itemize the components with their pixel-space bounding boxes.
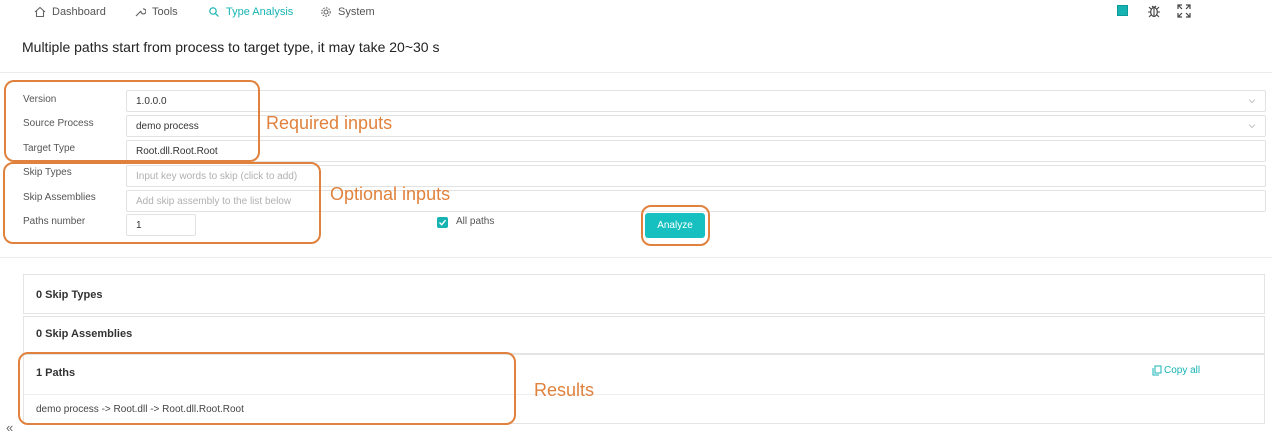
version-label: Version — [23, 94, 57, 105]
nav-item-tools[interactable]: Tools — [134, 4, 178, 20]
target-type-value: Root.dll.Root.Root — [136, 145, 218, 157]
bug-icon — [1148, 5, 1160, 18]
wrench-icon — [135, 8, 146, 17]
analyze-button[interactable]: Analyze — [645, 213, 705, 238]
page-title: Multiple paths start from process to tar… — [22, 39, 440, 55]
all-paths-checkbox[interactable] — [437, 217, 448, 228]
annotation-required-label: Required inputs — [266, 113, 393, 133]
path-row: demo process -> Root.dll -> Root.dll.Roo… — [36, 404, 244, 415]
skip-types-header: 0 Skip Types — [36, 289, 103, 301]
source-process-label: Source Process — [23, 118, 94, 129]
check-icon — [439, 219, 447, 226]
paths-number-label: Paths number — [23, 216, 86, 227]
copy-all-label: Copy all — [1164, 365, 1201, 376]
search-icon — [209, 7, 219, 17]
divider — [0, 72, 1272, 73]
nav-label-system: System — [338, 6, 375, 18]
skip-types-panel[interactable]: 0 Skip Types — [23, 274, 1265, 314]
top-nav: Dashboard Tools Type Analysis System — [0, 0, 1272, 24]
nav-label-type-analysis: Type Analysis — [226, 6, 294, 18]
copy-icon — [1152, 365, 1162, 376]
skip-assemblies-header: 0 Skip Assemblies — [36, 328, 133, 340]
target-type-label: Target Type — [23, 143, 76, 154]
copy-all-button[interactable]: Copy all — [1152, 365, 1200, 376]
theme-toggle[interactable] — [1116, 3, 1130, 17]
version-value: 1.0.0.0 — [136, 95, 167, 107]
fullscreen-icon — [1177, 4, 1191, 18]
target-type-input[interactable]: Root.dll.Root.Root — [126, 140, 1266, 162]
chevron-down-icon — [1248, 124, 1256, 129]
bug-button[interactable] — [1146, 3, 1162, 24]
annotation-results-label: Results — [534, 380, 595, 400]
skip-assemblies-label: Skip Assemblies — [23, 192, 96, 203]
skip-assemblies-panel[interactable]: 0 Skip Assemblies — [23, 316, 1265, 354]
paths-header: 1 Paths — [36, 367, 76, 379]
home-icon — [34, 6, 46, 18]
skip-assemblies-input[interactable]: Add skip assembly to the list below — [126, 190, 1266, 212]
nav-item-dashboard[interactable]: Dashboard — [34, 4, 106, 20]
nav-item-system[interactable]: System — [320, 4, 375, 20]
nav-label-tools: Tools — [152, 6, 178, 18]
collapse-icon[interactable]: « — [6, 420, 13, 435]
skip-types-label: Skip Types — [23, 167, 72, 178]
paths-number-input[interactable]: 1 — [126, 214, 196, 236]
divider — [0, 257, 1272, 258]
skip-types-placeholder: Input key words to skip (click to add) — [136, 170, 298, 182]
chevron-down-icon — [1248, 99, 1256, 104]
color-swatch-icon — [1117, 5, 1128, 16]
annotation-optional-label: Optional inputs — [330, 184, 451, 204]
divider — [24, 394, 1264, 395]
version-select[interactable]: 1.0.0.0 — [126, 90, 1266, 112]
gear-icon — [321, 7, 331, 17]
nav-item-type-analysis[interactable]: Type Analysis — [208, 4, 293, 20]
source-process-value: demo process — [136, 120, 199, 132]
skip-assemblies-placeholder: Add skip assembly to the list below — [136, 195, 292, 207]
all-paths-label: All paths — [456, 216, 495, 227]
skip-types-input[interactable]: Input key words to skip (click to add) — [126, 165, 1266, 187]
nav-label-dashboard: Dashboard — [52, 6, 106, 18]
fullscreen-button[interactable] — [1176, 3, 1192, 24]
paths-panel: 1 Paths Copy all demo process -> Root.dl… — [23, 354, 1265, 424]
paths-number-value: 1 — [136, 219, 142, 231]
